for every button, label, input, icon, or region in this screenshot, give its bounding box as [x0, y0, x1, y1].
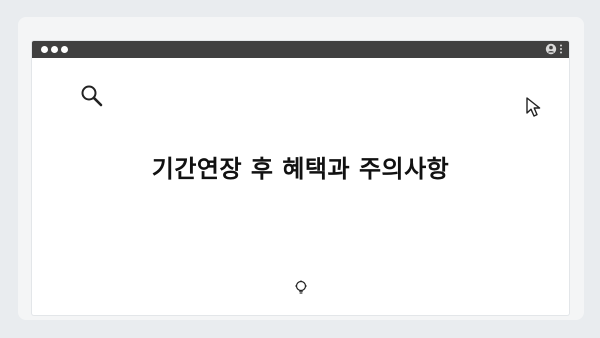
lightbulb-icon	[295, 280, 307, 294]
page-title: 기간연장 후 혜택과 주의사항	[151, 155, 450, 183]
minimize-button[interactable]	[51, 46, 58, 53]
window-titlebar	[32, 41, 569, 58]
slide-stage: 기간연장 후 혜택과 주의사항	[0, 0, 600, 338]
maximize-button[interactable]	[61, 46, 68, 53]
close-button[interactable]	[41, 46, 48, 53]
window-controls	[41, 46, 68, 53]
browser-window: 기간연장 후 혜택과 주의사항	[32, 41, 569, 315]
search-icon	[81, 85, 103, 107]
user-icon[interactable]	[545, 43, 557, 55]
cursor-icon	[526, 97, 541, 117]
more-vert-icon[interactable]	[559, 43, 563, 55]
titlebar-actions	[545, 43, 563, 55]
